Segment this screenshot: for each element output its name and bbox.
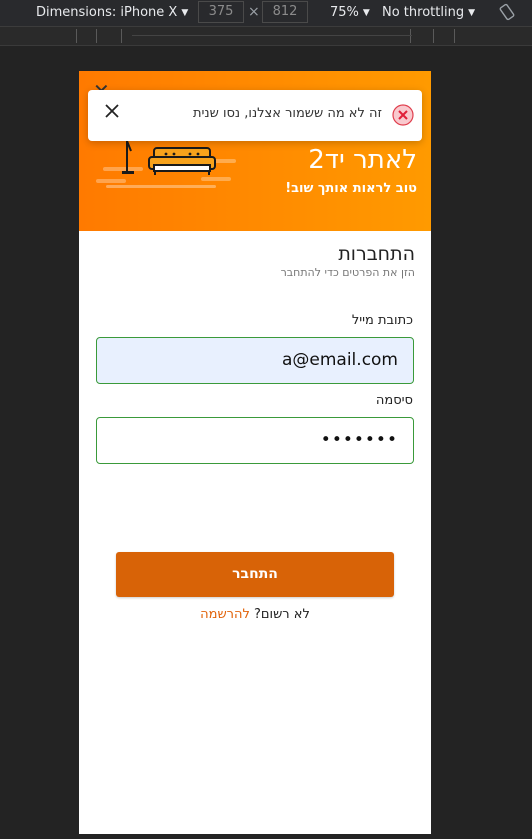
caret-down-icon: ▼ [468,8,475,18]
throttle-label: No throttling [382,5,465,20]
zoom-label: 75% [330,5,359,20]
form-heading: התחברות [338,243,415,265]
close-icon[interactable] [102,101,122,121]
times-icon: × [248,4,260,20]
sofa-lamp-illustration [96,140,236,188]
error-toast: זה לא מה ששמור אצלנו, נסו שנית [88,90,422,141]
register-link[interactable]: להרשמה [200,607,250,622]
device-label: Dimensions: iPhone X [36,5,178,20]
email-field[interactable]: a@email.com [96,337,414,384]
height-input[interactable]: 812 [262,1,308,23]
email-label: כתובת מייל [351,313,413,328]
hero-subtitle: טוב לראות אותך שוב! [285,181,417,196]
register-prompt: לא רשום? להרשמה [79,607,431,622]
login-header: התחברות הזן את הפרטים כדי להתחבר [281,243,415,279]
caret-down-icon: ▼ [181,8,189,18]
rotate-icon[interactable] [498,3,516,21]
not-registered-text: לא רשום? [254,607,310,622]
width-input[interactable]: 375 [198,1,244,23]
toast-message: זה לא מה ששמור אצלנו, נסו שנית [192,106,382,121]
throttle-selector[interactable]: No throttling ▼ [382,5,475,20]
form-subheading: הזן את הפרטים כדי להתחבר [280,266,415,279]
devtools-toolbar: Dimensions: iPhone X ▼ 375 × 812 75% ▼ No … [0,0,532,27]
mobile-viewport: ✕ לאתר יד2 טוב לראות אותך שוב! זה לא מה … [79,71,431,834]
zoom-selector[interactable]: 75% ▼ [330,5,370,20]
login-button[interactable]: התחבר [116,552,394,597]
device-selector[interactable]: Dimensions: iPhone X ▼ [36,5,188,20]
media-query-ruler [0,27,532,46]
caret-down-icon: ▼ [362,8,370,18]
hero-title: לאתר יד2 [308,145,417,175]
password-field[interactable]: ••••••• [96,417,414,464]
error-icon [392,104,414,126]
password-label: סיסמה [375,393,413,408]
